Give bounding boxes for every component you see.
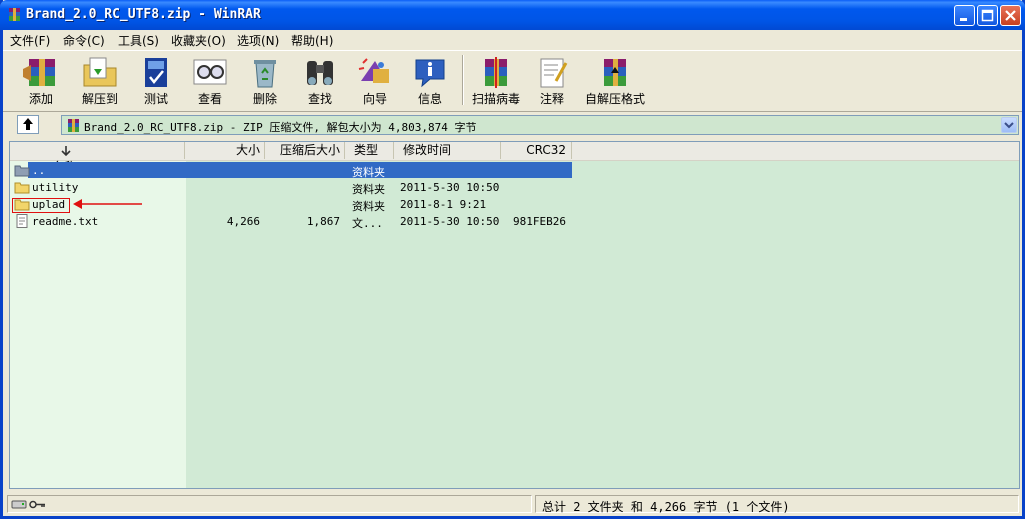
comment-icon xyxy=(540,58,568,88)
file-name: readme.txt xyxy=(32,215,99,228)
find-label: 查找 xyxy=(307,92,332,106)
toolbar-separator xyxy=(462,55,464,105)
column-name[interactable]: 名称 xyxy=(10,142,185,174)
file-packed-size: 1,867 xyxy=(306,215,340,228)
archive-path-combobox[interactable]: Brand_2.0_RC_UTF8.zip - ZIP 压缩文件, 解包大小为 … xyxy=(61,115,1019,135)
sfx-label: 自解压格式 xyxy=(584,92,645,106)
menu-bar: 文件(F) 命令(C) 工具(S) 收藏夹(O) 选项(N) 帮助(H) xyxy=(3,30,1022,49)
view-glasses-icon xyxy=(193,59,227,85)
text-file-icon xyxy=(16,214,28,228)
add-button[interactable]: 添加 xyxy=(16,53,66,109)
test-archive-icon xyxy=(145,58,167,87)
file-type: 文... xyxy=(352,217,383,230)
sfx-button[interactable]: 自解压格式 xyxy=(583,53,647,109)
menu-tools[interactable]: 工具(S) xyxy=(118,32,159,49)
menu-help[interactable]: 帮助(H) xyxy=(291,32,333,49)
recycle-bin-icon xyxy=(254,60,276,88)
close-button[interactable] xyxy=(1000,5,1021,26)
file-type: 资料夹 xyxy=(352,166,385,179)
status-right-panel: 总计 2 文件夹 和 4,266 字节 (1 个文件) xyxy=(535,495,1019,514)
address-bar: Brand_2.0_RC_UTF8.zip - ZIP 压缩文件, 解包大小为 … xyxy=(3,112,1022,138)
file-size: 4,266 xyxy=(226,215,260,228)
wizard-icon xyxy=(358,58,389,83)
file-modified: 2011-5-30 10:50 xyxy=(400,215,500,228)
find-button[interactable]: 查找 xyxy=(295,53,345,109)
archive-path-text: Brand_2.0_RC_UTF8.zip - ZIP 压缩文件, 解包大小为 … xyxy=(84,121,477,134)
delete-button[interactable]: 删除 xyxy=(240,53,290,109)
column-crc[interactable]: CRC32 xyxy=(501,142,572,159)
maximize-button[interactable] xyxy=(977,5,998,26)
winrar-window: Brand_2.0_RC_UTF8.zip - WinRAR 文件(F) 命令(… xyxy=(0,0,1025,519)
selection-highlight xyxy=(28,162,572,178)
scan-virus-label: 扫描病毒 xyxy=(471,92,520,106)
extract-folder-icon xyxy=(83,57,117,87)
info-icon xyxy=(415,59,445,88)
add-archive-icon xyxy=(23,59,55,86)
column-packed[interactable]: 压缩后大小 xyxy=(265,142,345,159)
file-type: 资料夹 xyxy=(352,183,385,196)
list-item[interactable]: readme.txt 4,266 1,867 文... 2011-5-30 10… xyxy=(10,213,1019,230)
add-label: 添加 xyxy=(28,92,53,106)
annotation-arrow-icon xyxy=(73,199,142,209)
file-name: utility xyxy=(32,181,79,194)
column-size[interactable]: 大小 xyxy=(185,142,265,159)
annotation-highlight-box xyxy=(12,198,70,213)
close-icon xyxy=(1005,10,1016,21)
menu-favorites[interactable]: 收藏夹(O) xyxy=(171,32,226,49)
list-item[interactable]: utility 资料夹 2011-5-30 10:50 xyxy=(10,179,1019,196)
comment-button[interactable]: 注释 xyxy=(527,53,577,109)
status-summary: 总计 2 文件夹 和 4,266 字节 (1 个文件) xyxy=(542,500,790,514)
wizard-button[interactable]: 向导 xyxy=(350,53,400,109)
info-label: 信息 xyxy=(417,92,442,106)
minimize-button[interactable] xyxy=(954,5,975,26)
info-button[interactable]: 信息 xyxy=(405,53,455,109)
folder-up-icon xyxy=(14,165,30,177)
arrow-up-icon xyxy=(23,118,33,130)
chevron-down-icon xyxy=(1004,122,1014,129)
extract-to-label: 解压到 xyxy=(81,92,118,106)
drive-key-icon xyxy=(11,500,45,509)
scan-virus-icon xyxy=(485,57,507,88)
column-type[interactable]: 类型 xyxy=(345,142,394,159)
winrar-app-icon xyxy=(9,8,20,21)
file-type: 资料夹 xyxy=(352,200,385,213)
list-item[interactable]: .. 资料夹 xyxy=(10,162,1019,179)
file-name: .. xyxy=(32,164,46,177)
scan-virus-button[interactable]: 扫描病毒 xyxy=(470,53,522,109)
minimize-icon xyxy=(960,18,967,21)
file-modified: 2011-5-30 10:50 xyxy=(400,181,500,194)
view-label: 查看 xyxy=(197,92,222,106)
binoculars-icon xyxy=(307,61,333,85)
menu-commands[interactable]: 命令(C) xyxy=(63,32,105,49)
file-modified: 2011-8-1 9:21 xyxy=(400,198,487,211)
comment-label: 注释 xyxy=(539,92,564,106)
status-bar: 总计 2 文件夹 和 4,266 字节 (1 个文件) xyxy=(3,493,1022,516)
sfx-archive-icon xyxy=(604,59,626,86)
up-folder-button[interactable] xyxy=(17,115,39,134)
archive-icon xyxy=(68,119,79,132)
toolbar: 添加 解压到 测试 查看 删除 查找 向导 信息 扫描病毒 注释 自解压格式 xyxy=(3,50,1022,112)
menu-file[interactable]: 文件(F) xyxy=(10,32,50,49)
file-crc: 981FEB26 xyxy=(513,215,566,228)
list-item[interactable]: uplad 资料夹 2011-8-1 9:21 xyxy=(10,196,1019,213)
title-bar[interactable]: Brand_2.0_RC_UTF8.zip - WinRAR xyxy=(0,0,1025,30)
status-left-panel xyxy=(7,495,532,513)
test-label: 测试 xyxy=(143,92,168,106)
view-button[interactable]: 查看 xyxy=(185,53,235,109)
window-title: Brand_2.0_RC_UTF8.zip - WinRAR xyxy=(26,7,261,22)
file-list[interactable]: 名称 大小 压缩后大小 类型 修改时间 CRC32 .. 资料夹 utility… xyxy=(9,141,1020,489)
extract-to-button[interactable]: 解压到 xyxy=(75,53,125,109)
sort-down-arrow-icon xyxy=(61,146,71,157)
delete-label: 删除 xyxy=(252,92,277,106)
maximize-icon xyxy=(981,9,994,22)
column-modified[interactable]: 修改时间 xyxy=(394,142,501,159)
folder-icon xyxy=(14,182,30,194)
test-button[interactable]: 测试 xyxy=(131,53,181,109)
address-dropdown-button[interactable] xyxy=(1001,117,1017,133)
menu-options[interactable]: 选项(N) xyxy=(237,32,279,49)
list-header: 名称 大小 压缩后大小 类型 修改时间 CRC32 xyxy=(10,142,1019,174)
wizard-label: 向导 xyxy=(362,92,387,106)
